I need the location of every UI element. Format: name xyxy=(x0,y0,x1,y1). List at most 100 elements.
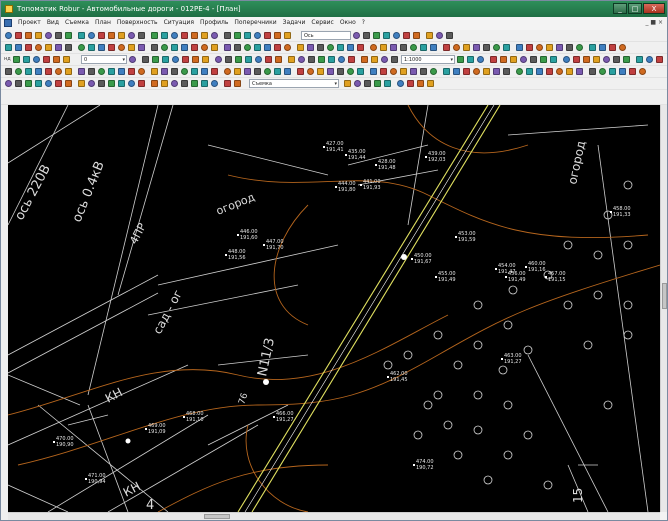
tool-icon[interactable] xyxy=(413,32,420,39)
tool-icon[interactable] xyxy=(503,68,510,75)
tool-icon[interactable] xyxy=(161,68,168,75)
tool-icon[interactable] xyxy=(118,44,125,51)
tool-icon[interactable] xyxy=(426,32,433,39)
menu-window[interactable]: Окно xyxy=(337,17,359,29)
tool-icon[interactable] xyxy=(473,44,480,51)
tool-icon[interactable] xyxy=(25,80,32,87)
tool-icon[interactable] xyxy=(245,56,252,63)
tool-icon[interactable] xyxy=(65,68,72,75)
tool-icon[interactable] xyxy=(254,32,261,39)
tool-icon[interactable] xyxy=(5,44,12,51)
tool-icon[interactable] xyxy=(490,56,497,63)
tool-icon[interactable] xyxy=(347,44,354,51)
tool-icon[interactable] xyxy=(609,68,616,75)
tool-icon[interactable] xyxy=(181,80,188,87)
tool-icon[interactable] xyxy=(400,68,407,75)
survey-point-marker[interactable] xyxy=(145,428,147,430)
tool-icon[interactable] xyxy=(234,80,241,87)
survey-point-marker[interactable] xyxy=(345,154,347,156)
tool-icon[interactable] xyxy=(556,44,563,51)
tool-icon[interactable] xyxy=(284,44,291,51)
tool-icon[interactable] xyxy=(254,44,261,51)
tool-icon[interactable] xyxy=(224,80,231,87)
tool-icon[interactable] xyxy=(297,44,304,51)
tool-icon[interactable] xyxy=(128,32,135,39)
tool-icon[interactable] xyxy=(410,68,417,75)
tool-icon[interactable] xyxy=(520,56,527,63)
survey-point-marker[interactable] xyxy=(237,234,239,236)
tool-icon[interactable] xyxy=(254,68,261,75)
tool-icon[interactable] xyxy=(391,56,398,63)
tool-icon[interactable] xyxy=(400,44,407,51)
tool-icon[interactable] xyxy=(108,44,115,51)
tool-icon[interactable] xyxy=(288,56,295,63)
tool-icon[interactable] xyxy=(128,80,135,87)
tool-icon[interactable] xyxy=(25,32,32,39)
tool-icon[interactable] xyxy=(138,80,145,87)
tool-icon[interactable] xyxy=(483,44,490,51)
tool-icon[interactable] xyxy=(15,44,22,51)
tool-icon[interactable] xyxy=(235,56,242,63)
tool-icon[interactable] xyxy=(181,32,188,39)
tool-icon[interactable] xyxy=(191,32,198,39)
menu-tasks[interactable]: Задачи xyxy=(280,17,309,29)
tool-icon[interactable] xyxy=(201,80,208,87)
tool-icon[interactable] xyxy=(463,68,470,75)
tool-icon[interactable] xyxy=(264,68,271,75)
document-icon[interactable] xyxy=(4,19,12,27)
tool-icon[interactable] xyxy=(361,56,368,63)
tool-icon[interactable] xyxy=(151,32,158,39)
tool-icon[interactable] xyxy=(357,44,364,51)
tool-icon[interactable] xyxy=(599,44,606,51)
tool-icon[interactable] xyxy=(656,56,663,63)
tool-icon[interactable] xyxy=(483,68,490,75)
survey-point-marker[interactable] xyxy=(183,416,185,418)
survey-point-marker[interactable] xyxy=(505,276,507,278)
tool-icon[interactable] xyxy=(152,56,159,63)
tool-icon[interactable] xyxy=(576,68,583,75)
tool-icon[interactable] xyxy=(78,68,85,75)
menu-surface[interactable]: Поверхность xyxy=(114,17,161,29)
tool-icon[interactable] xyxy=(410,44,417,51)
tool-icon[interactable] xyxy=(317,68,324,75)
tool-icon[interactable] xyxy=(397,80,404,87)
tool-icon[interactable] xyxy=(98,32,105,39)
tool-icon[interactable] xyxy=(211,68,218,75)
tool-icon[interactable] xyxy=(573,56,580,63)
close-button[interactable]: X xyxy=(643,3,665,14)
tool-icon[interactable] xyxy=(420,44,427,51)
tool-icon[interactable] xyxy=(171,44,178,51)
tool-icon[interactable] xyxy=(344,80,351,87)
tool-icon[interactable] xyxy=(264,44,271,51)
tool-icon[interactable] xyxy=(639,68,646,75)
tool-icon[interactable] xyxy=(493,44,500,51)
menu-cross-sections[interactable]: Поперечники xyxy=(231,17,279,29)
tool-icon[interactable] xyxy=(430,44,437,51)
tool-icon[interactable] xyxy=(407,80,414,87)
tool-icon[interactable] xyxy=(15,68,22,75)
menu-project[interactable]: Проект xyxy=(15,17,44,29)
tool-icon[interactable] xyxy=(327,44,334,51)
tool-icon[interactable] xyxy=(192,56,199,63)
tool-icon[interactable] xyxy=(45,80,52,87)
tool-icon[interactable] xyxy=(550,56,557,63)
tool-icon[interactable] xyxy=(88,68,95,75)
tool-icon[interactable] xyxy=(151,80,158,87)
tool-icon[interactable] xyxy=(317,44,324,51)
survey-point-marker[interactable] xyxy=(610,211,612,213)
tool-icon[interactable] xyxy=(224,68,231,75)
menu-help[interactable]: ? xyxy=(359,17,368,29)
tool-icon[interactable] xyxy=(393,32,400,39)
tool-icon[interactable] xyxy=(13,56,20,63)
tool-icon[interactable] xyxy=(370,44,377,51)
tool-icon[interactable] xyxy=(546,44,553,51)
tool-icon[interactable] xyxy=(453,44,460,51)
tool-icon[interactable] xyxy=(5,32,12,39)
survey-point-marker[interactable] xyxy=(495,268,497,270)
tool-icon[interactable] xyxy=(589,44,596,51)
survey-point-marker[interactable] xyxy=(225,254,227,256)
horizontal-scrollbar[interactable] xyxy=(8,512,660,520)
tool-icon[interactable] xyxy=(417,80,424,87)
tool-icon[interactable] xyxy=(603,56,610,63)
mdi-controls[interactable]: _ ■ × xyxy=(645,17,663,29)
